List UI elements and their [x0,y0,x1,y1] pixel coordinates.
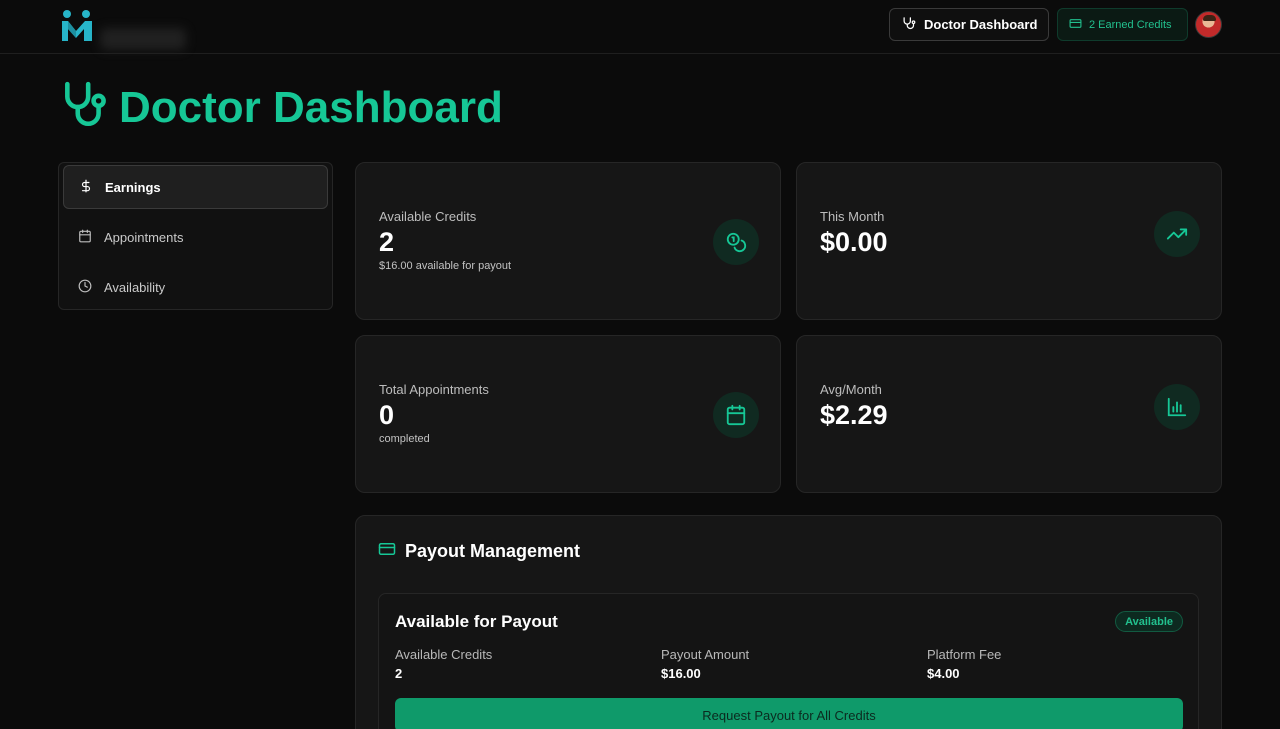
sidebar-item-label: Availability [104,279,166,295]
credit-card-icon [1069,17,1082,33]
earned-credits-button[interactable]: 2 Earned Credits [1057,8,1188,41]
payout-column: Payout Amount $16.00 [661,647,749,681]
bar-chart-icon [1154,384,1200,430]
payout-column-value: $4.00 [927,666,960,681]
user-avatar[interactable] [1195,11,1222,38]
payout-column: Platform Fee $4.00 [927,647,1001,681]
payout-column-label: Platform Fee [927,647,1002,662]
sidebar-item-availability[interactable]: Availability [63,265,328,309]
available-credits-card: Available Credits 2 $16.00 available for… [355,162,781,320]
sidebar-item-earnings[interactable]: Earnings [63,165,328,209]
stat-subtext: completed [379,433,430,445]
clock-icon [78,279,92,296]
calendar-icon [713,392,759,438]
credits-button-label: 2 Earned Credits [1089,18,1172,31]
doctor-dashboard-nav-button[interactable]: Doctor Dashboard [889,8,1049,41]
payout-panel-title: Available for Payout [395,612,558,631]
payout-column: Available Credits 2 [395,647,492,681]
stat-subtext: $16.00 available for payout [379,260,512,272]
brand-name-blurred [100,28,186,50]
app-logo[interactable] [59,7,95,43]
sidebar-item-label: Earnings [105,179,161,195]
stethoscope-icon [901,16,916,34]
stat-label: Available Credits [379,209,477,224]
sidebar: Earnings Appointments Availability [58,162,333,310]
payout-title: Payout Management [378,540,580,563]
coins-icon [713,219,759,265]
request-payout-button[interactable]: Request Payout for All Credits [395,698,1183,729]
credit-card-icon [378,540,396,563]
top-bar: Doctor Dashboard 2 Earned Credits [0,0,1280,54]
avg-month-card: Avg/Month $2.29 [796,335,1222,493]
stethoscope-icon [59,80,109,135]
stat-label: This Month [820,209,885,224]
payout-column-label: Payout Amount [661,647,750,662]
stat-value: $2.29 [820,400,888,430]
calendar-icon [78,229,92,246]
sidebar-item-label: Appointments [104,229,184,245]
stat-value: 2 [379,227,395,257]
payout-summary-panel: Available for Payout Available Available… [378,593,1199,729]
status-badge: Available [1115,611,1183,632]
total-appointments-card: Total Appointments 0 completed [355,335,781,493]
page-title-text: Doctor Dashboard [119,82,503,132]
stat-value: $0.00 [820,227,888,257]
payout-column-value: 2 [395,666,403,681]
payout-management-card: Payout Management Available for Payout A… [355,515,1222,729]
payout-title-text: Payout Management [405,541,581,561]
stat-label: Avg/Month [820,382,882,397]
trending-up-icon [1154,211,1200,257]
page-title: Doctor Dashboard [59,80,503,135]
this-month-card: This Month $0.00 [796,162,1222,320]
payout-column-value: $16.00 [661,666,701,681]
nav-button-label: Doctor Dashboard [924,17,1038,32]
payout-column-label: Available Credits [395,647,493,662]
stat-label: Total Appointments [379,382,489,397]
dollar-icon [79,179,93,196]
stat-value: 0 [379,400,395,430]
sidebar-item-appointments[interactable]: Appointments [63,215,328,259]
